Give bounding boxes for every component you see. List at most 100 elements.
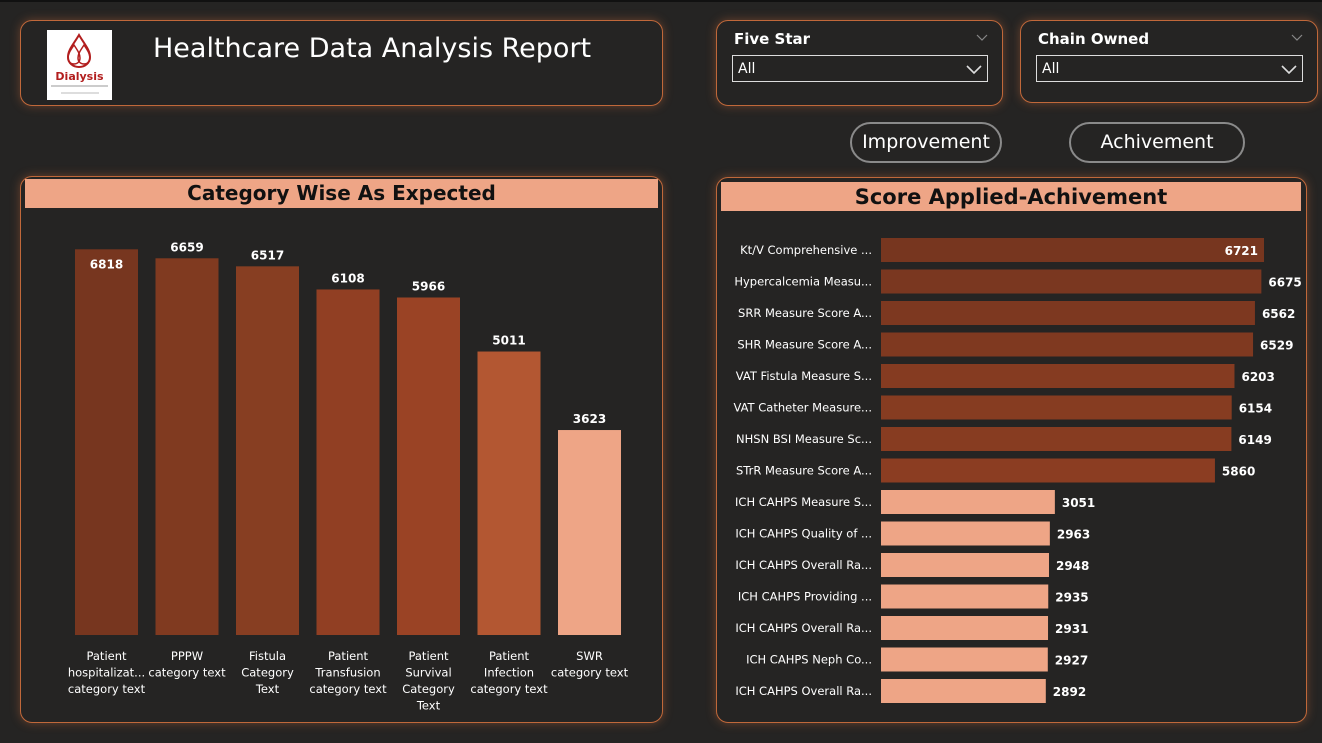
data-label: 3623 xyxy=(573,412,606,426)
logo-tagline-line xyxy=(51,85,108,87)
category-bar-chart: 6818Patienthospitalizat...category text6… xyxy=(68,240,629,713)
score-applied-chart-card: Score Applied-Achivement Kt/V Comprehens… xyxy=(716,177,1307,723)
data-label: 6721 xyxy=(1225,244,1258,258)
bar[interactable] xyxy=(881,332,1254,357)
y-tick-label: Hypercalcemia Measu... xyxy=(734,275,872,289)
x-tick-label: Patient xyxy=(86,649,127,663)
x-tick-label: Patient xyxy=(408,649,449,663)
improvement-button[interactable]: Improvement xyxy=(850,122,1002,163)
chart-title: Category Wise As Expected xyxy=(25,179,658,208)
y-tick-label: ICH CAHPS Overall Ra... xyxy=(735,558,872,572)
y-tick-label: SRR Measure Score A... xyxy=(738,306,872,320)
data-label: 6517 xyxy=(251,248,284,262)
x-tick-label: Patient xyxy=(489,649,530,663)
logo-tagline-line xyxy=(61,92,99,94)
x-tick-label: PPPW xyxy=(171,649,203,663)
x-tick-label: category text xyxy=(148,666,226,680)
data-label: 2927 xyxy=(1055,654,1088,668)
chevron-down-icon[interactable] xyxy=(976,31,988,43)
dialysis-logo: Dialysis xyxy=(47,30,112,100)
chain-owned-dropdown[interactable]: All xyxy=(1036,55,1303,82)
bar[interactable] xyxy=(881,395,1232,420)
data-label: 6149 xyxy=(1238,433,1271,447)
bar[interactable] xyxy=(881,647,1048,672)
x-tick-label: Text xyxy=(255,682,280,696)
data-label: 6562 xyxy=(1262,307,1295,321)
data-label: 2892 xyxy=(1053,685,1086,699)
data-label: 6529 xyxy=(1260,339,1293,353)
data-label: 5966 xyxy=(412,279,445,293)
data-label: 2948 xyxy=(1056,559,1089,573)
x-tick-label: Text xyxy=(416,699,441,713)
bar[interactable] xyxy=(881,238,1264,262)
data-label: 6659 xyxy=(170,240,203,254)
bar[interactable] xyxy=(881,490,1055,514)
x-tick-label: category text xyxy=(470,682,548,696)
x-tick-label: Transfusion xyxy=(314,666,380,680)
y-tick-label: ICH CAHPS Overall Ra... xyxy=(735,621,872,635)
bar[interactable] xyxy=(881,679,1046,703)
achievement-button[interactable]: Achivement xyxy=(1069,122,1245,163)
bar[interactable] xyxy=(397,297,460,635)
x-tick-label: category text xyxy=(551,666,629,680)
title-card: Dialysis Healthcare Data Analysis Report xyxy=(20,20,663,106)
x-tick-label: category text xyxy=(309,682,387,696)
top-border-line xyxy=(0,0,1322,2)
y-tick-label: VAT Fistula Measure S... xyxy=(736,369,872,383)
slicer-title: Chain Owned xyxy=(1038,30,1150,48)
y-tick-label: NHSN BSI Measure Sc... xyxy=(736,432,872,446)
data-label: 2931 xyxy=(1055,622,1088,636)
five-star-dropdown[interactable]: All xyxy=(732,55,988,82)
data-label: 6108 xyxy=(331,271,364,285)
y-tick-label: ICH CAHPS Neph Co... xyxy=(746,653,872,667)
category-wise-chart-card: Category Wise As Expected 6818 Patient hos… xyxy=(20,176,663,723)
x-tick-label: Patient xyxy=(328,649,369,663)
data-label: 5860 xyxy=(1222,465,1255,479)
y-tick-label: Kt/V Comprehensive ... xyxy=(740,243,872,257)
chevron-down-icon xyxy=(1281,65,1297,75)
bar[interactable] xyxy=(236,266,299,635)
x-tick-label: Category xyxy=(402,682,455,696)
x-tick-label: Survival xyxy=(405,666,451,680)
y-tick-label: ICH CAHPS Measure S... xyxy=(735,495,872,509)
data-label: 3051 xyxy=(1062,496,1095,510)
bar[interactable] xyxy=(881,616,1049,640)
chevron-down-icon[interactable] xyxy=(1291,31,1303,43)
y-tick-label: ICH CAHPS Overall Ra... xyxy=(735,684,872,698)
bar[interactable] xyxy=(881,301,1255,325)
x-tick-label: Fistula xyxy=(249,649,286,663)
y-tick-label: ICH CAHPS Providing ... xyxy=(738,590,872,604)
bar[interactable] xyxy=(881,427,1232,451)
score-hbar-chart: Kt/V Comprehensive ... 6721 Hypercalcemia … xyxy=(733,238,1302,703)
bar[interactable] xyxy=(881,521,1050,546)
bar[interactable] xyxy=(881,364,1235,388)
x-tick-label: category text xyxy=(68,682,146,696)
chart-title: Score Applied-Achivement xyxy=(721,182,1301,211)
report-title: Healthcare Data Analysis Report xyxy=(153,33,592,64)
data-label: 5011 xyxy=(492,334,525,348)
data-label: 6154 xyxy=(1239,402,1272,416)
y-tick-label: ICH CAHPS Quality of ... xyxy=(735,527,872,541)
x-tick-label: hospitalizat... xyxy=(68,666,145,680)
data-label: 2963 xyxy=(1057,528,1090,542)
bar[interactable] xyxy=(881,458,1215,483)
y-tick-label: VAT Catheter Measure... xyxy=(733,401,872,415)
logo-text: Dialysis xyxy=(55,70,104,83)
data-label: 2935 xyxy=(1055,591,1088,605)
bar[interactable] xyxy=(316,289,380,635)
bar[interactable] xyxy=(155,258,219,635)
bar[interactable] xyxy=(881,553,1049,577)
x-tick-label: Category xyxy=(241,666,294,680)
bar[interactable] xyxy=(477,351,541,635)
bar[interactable] xyxy=(881,584,1049,609)
data-label: 6203 xyxy=(1241,370,1274,384)
data-label: 6818 xyxy=(90,257,123,271)
slicer-title: Five Star xyxy=(734,30,811,48)
x-tick-label: Infection xyxy=(484,666,534,680)
chain-owned-slicer: Chain Owned All xyxy=(1020,20,1318,103)
bar[interactable] xyxy=(75,249,138,635)
blood-drop-icon xyxy=(66,33,92,69)
bar[interactable] xyxy=(881,269,1262,294)
dropdown-value: All xyxy=(1042,61,1060,77)
bar[interactable] xyxy=(558,430,621,635)
